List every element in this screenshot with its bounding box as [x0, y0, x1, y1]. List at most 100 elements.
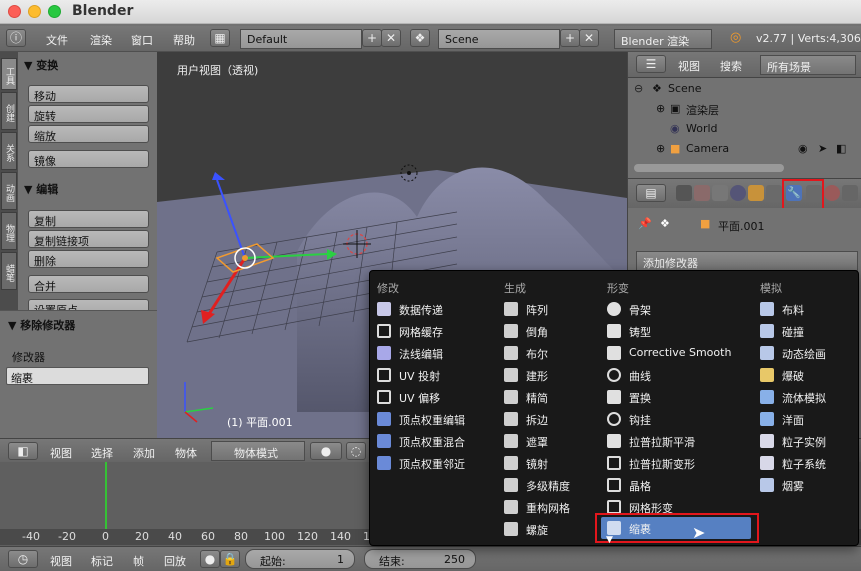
end-frame-field[interactable]: 结束: 250: [364, 549, 476, 569]
menu-item-array[interactable]: 阵列: [504, 299, 599, 319]
menu-item-armature[interactable]: 骨架: [607, 299, 752, 319]
lock-icon[interactable]: 🔒: [220, 550, 240, 568]
view3d-menu-object[interactable]: 物体: [175, 445, 197, 461]
outliner-row-world[interactable]: ◉ World: [628, 119, 861, 139]
menu-item-boolean[interactable]: 布尔: [504, 343, 599, 363]
menu-item-data-transfer[interactable]: 数据传递: [377, 299, 497, 319]
view3d-menu-view[interactable]: 视图: [50, 445, 72, 461]
timeline-editor-icon[interactable]: ◷: [8, 550, 38, 568]
visibility-eye-icon[interactable]: ◉: [798, 142, 808, 155]
view3d-menu-add[interactable]: 添加: [133, 445, 155, 461]
expand-icon[interactable]: ⊕: [656, 102, 665, 115]
menu-item-explode[interactable]: 爆破: [760, 365, 855, 385]
add-modifier-select[interactable]: 添加修改器: [636, 251, 858, 271]
menu-file[interactable]: 文件: [46, 32, 68, 48]
minimize-window-button[interactable]: [28, 5, 41, 18]
menu-item-fluid[interactable]: 流体模拟: [760, 387, 855, 407]
collapse-icon[interactable]: ⊖: [634, 82, 643, 95]
menu-item-curve[interactable]: 曲线: [607, 365, 752, 385]
tab-create[interactable]: 创建: [1, 92, 17, 130]
outliner-menu-search[interactable]: 搜索: [720, 58, 742, 74]
tab-animation[interactable]: 动画: [1, 172, 17, 210]
tab-physics[interactable]: 物理: [1, 212, 17, 250]
menu-item-collision[interactable]: 碰撞: [760, 321, 855, 341]
operator-modifier-field[interactable]: 缩裹: [6, 367, 149, 385]
render-layers-tab-icon[interactable]: [694, 185, 710, 201]
scale-button[interactable]: 缩放: [28, 125, 149, 143]
menu-item-corrective-smooth[interactable]: Corrective Smooth: [607, 343, 752, 363]
expand-icon[interactable]: ⊕: [656, 142, 665, 155]
outliner-filter-select[interactable]: 所有场景: [760, 55, 856, 75]
menu-item-bevel[interactable]: 倒角: [504, 321, 599, 341]
menu-item-vertex-weight-mix[interactable]: 顶点权重混合: [377, 431, 497, 451]
operator-header[interactable]: ▼ 移除修改器: [8, 317, 75, 333]
menu-item-mesh-cache[interactable]: 网格缓存: [377, 321, 497, 341]
menu-item-uv-project[interactable]: UV 投射: [377, 365, 497, 385]
menu-item-lattice[interactable]: 晶格: [607, 475, 752, 495]
menu-help[interactable]: 帮助: [173, 32, 195, 48]
menu-item-edge-split[interactable]: 拆边: [504, 409, 599, 429]
info-editor-icon[interactable]: ⓘ: [6, 29, 26, 47]
menu-item-dynamic-paint[interactable]: 动态绘画: [760, 343, 855, 363]
menu-item-cloth[interactable]: 布料: [760, 299, 855, 319]
join-button[interactable]: 合并: [28, 275, 149, 293]
menu-item-cast[interactable]: 铸型: [607, 321, 752, 341]
edit-header[interactable]: ▼ 编辑: [24, 181, 58, 197]
scene-field[interactable]: Scene: [438, 29, 560, 49]
render-tab-icon[interactable]: [676, 185, 692, 201]
outliner-row-scene[interactable]: ⊖ ❖ Scene: [628, 79, 861, 99]
screen-layout-field[interactable]: Default: [240, 29, 362, 49]
world-tab-icon[interactable]: [730, 185, 746, 201]
view3d-editor-icon[interactable]: ◧: [8, 442, 38, 460]
constraints-tab-icon[interactable]: [766, 185, 782, 201]
menu-item-displace[interactable]: 置换: [607, 387, 752, 407]
scene-icon[interactable]: ❖: [410, 29, 430, 47]
delete-button[interactable]: 删除: [28, 250, 149, 268]
material-tab-icon[interactable]: [824, 185, 840, 201]
object-tab-icon[interactable]: [748, 185, 764, 201]
menu-item-vertex-weight-edit[interactable]: 顶点权重编辑: [377, 409, 497, 429]
tab-tools[interactable]: 工具: [1, 58, 17, 90]
menu-item-remesh[interactable]: 重构网格: [504, 497, 599, 517]
menu-item-build[interactable]: 建形: [504, 365, 599, 385]
maximize-window-button[interactable]: [48, 5, 61, 18]
start-frame-field[interactable]: 起始: 1: [245, 549, 355, 569]
add-scene-icon[interactable]: +: [560, 29, 580, 47]
outliner-scrollbar[interactable]: [634, 164, 784, 172]
menu-item-uv-warp[interactable]: UV 偏移: [377, 387, 497, 407]
tab-relations[interactable]: 关系: [1, 132, 17, 170]
timeline-menu-view[interactable]: 视图: [50, 553, 72, 569]
rotate-button[interactable]: 旋转: [28, 105, 149, 123]
outliner-menu-view[interactable]: 视图: [678, 58, 700, 74]
outliner-row-renderlayers[interactable]: ⊕ ▣ 渲染层: [628, 99, 861, 119]
remove-scene-icon[interactable]: ✕: [579, 29, 599, 47]
close-window-button[interactable]: [8, 5, 21, 18]
pin-icon[interactable]: 📌: [638, 217, 652, 230]
menu-render[interactable]: 渲染: [90, 32, 112, 48]
mode-select[interactable]: 物体模式: [211, 441, 305, 461]
tab-grease-pencil[interactable]: 蜡笔: [1, 252, 17, 290]
view3d-menu-select[interactable]: 选择: [91, 445, 113, 461]
add-screen-icon[interactable]: +: [362, 29, 382, 47]
menu-window[interactable]: 窗口: [131, 32, 153, 48]
remove-screen-icon[interactable]: ✕: [381, 29, 401, 47]
menu-item-vertex-weight-proximity[interactable]: 顶点权重邻近: [377, 453, 497, 473]
timeline-menu-playback[interactable]: 回放: [164, 553, 186, 569]
menu-item-mask[interactable]: 遮罩: [504, 431, 599, 451]
menu-item-particle-system[interactable]: 粒子系统: [760, 453, 855, 473]
menu-item-particle-instance[interactable]: 粒子实例: [760, 431, 855, 451]
set-origin-button[interactable]: 设置原点: [28, 299, 149, 310]
move-button[interactable]: 移动: [28, 85, 149, 103]
menu-item-hook[interactable]: 钩挂: [607, 409, 752, 429]
duplicate-linked-button[interactable]: 复制链接项: [28, 230, 149, 248]
properties-editor-icon[interactable]: ▤: [636, 184, 666, 202]
menu-item-smoke[interactable]: 烟雾: [760, 475, 855, 495]
menu-item-laplacian-deform[interactable]: 拉普拉斯变形: [607, 453, 752, 473]
mirror-button[interactable]: 镜像: [28, 150, 149, 168]
menu-item-ocean[interactable]: 洋面: [760, 409, 855, 429]
outliner-row-camera[interactable]: ⊕ ■ Camera ◉ ➤ ◧: [628, 139, 861, 159]
timeline-menu-frame[interactable]: 帧: [133, 553, 144, 569]
transform-header[interactable]: ▼ 变换: [24, 57, 58, 73]
render-engine-select[interactable]: Blender 渲染: [614, 29, 712, 49]
duplicate-button[interactable]: 复制: [28, 210, 149, 228]
